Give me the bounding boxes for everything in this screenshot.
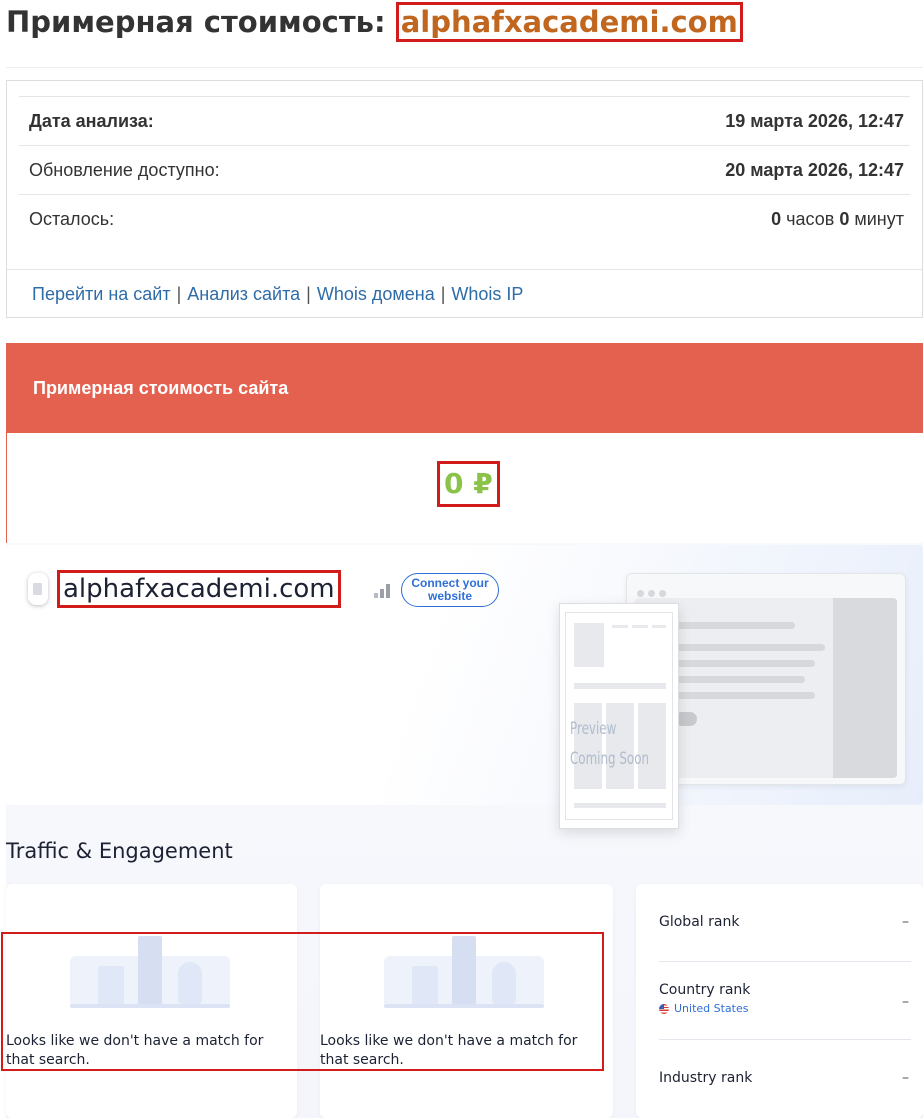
remaining-minutes: 0: [839, 208, 850, 229]
country-selector[interactable]: United States: [659, 1002, 913, 1015]
link-whois-domain[interactable]: Whois домена: [317, 284, 435, 305]
preview-mobile-illustration: Preview Coming Soon: [559, 603, 679, 829]
site-cost-heading: Примерная стоимость сайта: [7, 343, 923, 433]
connect-website-button[interactable]: Connect your website: [401, 573, 499, 607]
preview-line: Preview: [570, 719, 617, 739]
country-rank-label: Country rank: [659, 982, 751, 998]
remaining-hours-unit: часов: [786, 208, 835, 229]
analysis-info-panel: Дата анализа: 19 марта 2026, 12:47 Обнов…: [6, 80, 923, 318]
global-rank-label: Global rank: [659, 914, 740, 930]
link-whois-ip[interactable]: Whois IP: [451, 284, 523, 305]
industry-rank-row: Industry rank –: [659, 1070, 913, 1086]
link-separator: |: [176, 283, 182, 304]
global-rank-value: –: [902, 914, 909, 930]
empty-state-lab-icon: [384, 936, 544, 1008]
traffic-card-1: Looks like we don't have a match for tha…: [6, 884, 297, 1118]
page-title-prefix: Примерная стоимость:: [6, 5, 386, 39]
site-links: Перейти на сайт | Анализ сайта | Whois д…: [7, 269, 922, 318]
remaining-hours: 0: [771, 208, 782, 229]
site-hero: alphafxacademi.com Connect your website: [6, 545, 923, 829]
coming-soon-line: Coming Soon: [570, 749, 650, 769]
analysis-date-row: Дата анализа: 19 марта 2026, 12:47: [19, 96, 910, 145]
no-match-message: Looks like we don't have a match for tha…: [320, 1033, 578, 1068]
link-separator: |: [440, 283, 446, 304]
site-cost-panel: Примерная стоимость сайта 0 ₽: [6, 343, 923, 543]
widget-domain-name: alphafxacademi.com: [57, 570, 341, 608]
signal-bars-icon: [374, 584, 392, 598]
update-available-value: 20 марта 2026, 12:47: [725, 159, 904, 180]
update-available-label: Обновление доступно:: [29, 159, 220, 180]
rank-card: Global rank – Country rank United States…: [636, 884, 923, 1118]
country-rank-value: –: [902, 994, 909, 1010]
page-title-domain: alphafxacademi.com: [395, 2, 743, 42]
no-match-message: Looks like we don't have a match for tha…: [6, 1033, 264, 1068]
traffic-widget: alphafxacademi.com Connect your website: [1, 543, 923, 1118]
time-remaining-row: Осталось: 0 часов 0 минут: [19, 194, 910, 243]
link-separator: |: [306, 283, 311, 304]
time-remaining-value: 0 часов 0 минут: [771, 209, 904, 230]
link-site-analysis[interactable]: Анализ сайта: [187, 284, 300, 305]
site-cost-value: 0 ₽: [437, 461, 500, 507]
remaining-minutes-unit: минут: [854, 208, 904, 229]
analysis-date-label: Дата анализа:: [29, 110, 154, 131]
country-name: United States: [674, 1002, 749, 1015]
favicon-icon: [28, 573, 48, 605]
update-available-row: Обновление доступно: 20 марта 2026, 12:4…: [19, 145, 910, 194]
country-rank-row: Country rank United States –: [659, 982, 913, 1015]
analysis-date-value: 19 марта 2026, 12:47: [725, 110, 904, 131]
link-go-to-site[interactable]: Перейти на сайт: [32, 284, 171, 305]
time-remaining-label: Осталось:: [29, 208, 115, 229]
divider: [6, 67, 923, 68]
traffic-card-2: Looks like we don't have a match for tha…: [320, 884, 613, 1118]
industry-rank-label: Industry rank: [659, 1070, 753, 1086]
empty-state-lab-icon: [70, 936, 230, 1008]
page-title: Примерная стоимость: alphafxacademi.com: [6, 2, 743, 42]
industry-rank-value: –: [902, 1070, 909, 1086]
global-rank-row: Global rank –: [659, 914, 913, 930]
preview-coming-soon-text: Preview Coming Soon: [570, 714, 649, 774]
us-flag-icon: [659, 1003, 669, 1014]
traffic-engagement-title: Traffic & Engagement: [6, 839, 233, 863]
